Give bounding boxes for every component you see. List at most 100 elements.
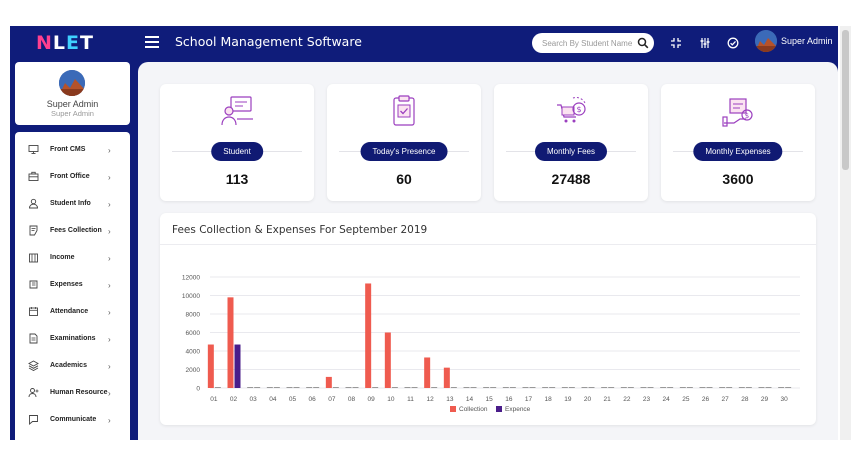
- legend-label-collection: Collection: [459, 406, 488, 413]
- sidebar-item-academics[interactable]: Academics ›: [15, 354, 130, 378]
- bar-collection-10: [384, 332, 391, 388]
- x-tick-label: 25: [682, 396, 690, 403]
- logo-letter-l: L: [52, 32, 67, 54]
- x-tick-label: 02: [230, 396, 238, 403]
- sidebar-item-label: Front Office: [50, 173, 90, 180]
- logo-letter-n: N: [36, 32, 53, 54]
- y-tick-label: 2000: [186, 367, 201, 374]
- x-tick-label: 29: [761, 396, 769, 403]
- sidebar-item-front-office[interactable]: Front Office ›: [15, 165, 130, 189]
- x-tick-label: 10: [387, 396, 395, 403]
- sidebar-item-label: Communicate: [50, 416, 97, 423]
- x-tick-label: 23: [643, 396, 651, 403]
- x-tick-label: 18: [545, 396, 553, 403]
- x-tick-label: 15: [486, 396, 494, 403]
- sidebar-item-income[interactable]: Income ›: [15, 246, 130, 270]
- x-tick-label: 09: [368, 396, 376, 403]
- stat-card-todays-presence[interactable]: Today's Presence 60: [327, 84, 481, 201]
- sidebar-item-communicate[interactable]: Communicate ›: [15, 408, 130, 432]
- stat-value: 27488: [551, 171, 591, 187]
- sidebar-menu: Front CMS › Front Office › Student Info …: [15, 132, 130, 440]
- collapse-icon[interactable]: [670, 37, 682, 49]
- stat-value: 113: [225, 171, 249, 187]
- y-tick-label: 0: [196, 386, 200, 393]
- document-icon: [29, 225, 38, 236]
- bar-expence-02: [234, 344, 241, 388]
- stat-label: Today's Presence: [360, 142, 448, 161]
- stat-label: Student: [211, 142, 263, 161]
- sidebar-item-front-cms[interactable]: Front CMS ›: [15, 138, 130, 162]
- x-tick-label: 27: [722, 396, 730, 403]
- stat-card-monthly-expenses[interactable]: $ Monthly Expenses 3600: [661, 84, 815, 201]
- chevron-right-icon: ›: [108, 335, 111, 344]
- x-tick-label: 08: [348, 396, 356, 403]
- sidebar-item-label: Income: [50, 254, 75, 261]
- avatar[interactable]: [755, 30, 777, 52]
- x-tick-label: 13: [446, 396, 454, 403]
- x-tick-label: 05: [289, 396, 297, 403]
- search-input[interactable]: [542, 36, 634, 50]
- x-tick-label: 01: [210, 396, 218, 403]
- scrollbar-thumb[interactable]: [842, 30, 849, 170]
- stat-label: Monthly Fees: [534, 142, 608, 161]
- search-icon[interactable]: [637, 37, 649, 49]
- sidebar-item-fees-collection[interactable]: Fees Collection ›: [15, 219, 130, 243]
- check-circle-icon[interactable]: [727, 37, 739, 49]
- x-tick-label: 20: [584, 396, 592, 403]
- bar-collection-13: [443, 367, 450, 388]
- x-tick-label: 30: [781, 396, 789, 403]
- bar-collection-09: [365, 283, 372, 388]
- chevron-right-icon: ›: [108, 200, 111, 209]
- sidebar-item-examinations[interactable]: Examinations ›: [15, 327, 130, 351]
- x-tick-label: 04: [269, 396, 277, 403]
- x-tick-label: 12: [427, 396, 435, 403]
- stat-card-monthly-fees[interactable]: $ Monthly Fees 27488: [494, 84, 648, 201]
- chevron-right-icon: ›: [108, 362, 111, 371]
- y-tick-label: 8000: [186, 312, 201, 319]
- user-plus-icon: [28, 388, 39, 398]
- building-icon: [29, 253, 38, 263]
- student-computer-icon: [221, 96, 253, 126]
- bar-collection-12: [424, 357, 431, 388]
- sidebar-item-attendance[interactable]: Attendance ›: [15, 300, 130, 324]
- logo-letter-e: E: [66, 32, 80, 54]
- user-name[interactable]: Super Admin: [781, 36, 833, 46]
- x-tick-label: 24: [663, 396, 671, 403]
- svg-text:$: $: [576, 105, 581, 114]
- wallet-icon: [29, 280, 38, 289]
- x-tick-label: 22: [623, 396, 631, 403]
- app-title: School Management Software: [175, 34, 362, 49]
- file-icon: [29, 333, 38, 344]
- sliders-icon[interactable]: [699, 37, 711, 49]
- clipboard-check-icon: [393, 95, 415, 126]
- sidebar-item-label: Attendance: [50, 308, 89, 315]
- calendar-icon: [29, 307, 38, 316]
- x-tick-label: 17: [525, 396, 533, 403]
- legend-swatch-expence: [496, 406, 502, 412]
- sidebar-item-label: Academics: [50, 362, 87, 369]
- bar-collection-07: [325, 376, 332, 388]
- stat-card-student[interactable]: Student 113: [160, 84, 314, 201]
- chart-card: Fees Collection & Expenses For September…: [160, 213, 816, 425]
- sidebar-item-expenses[interactable]: Expenses ›: [15, 273, 130, 297]
- sidebar-item-student-info[interactable]: Student Info ›: [15, 192, 130, 216]
- sidebar-item-label: Expenses: [50, 281, 83, 288]
- logo[interactable]: NLET: [36, 32, 94, 54]
- profile-avatar: [59, 70, 85, 96]
- x-tick-label: 03: [250, 396, 258, 403]
- hamburger-menu-icon[interactable]: [145, 36, 159, 48]
- chevron-right-icon: ›: [108, 254, 111, 263]
- user-icon: [29, 198, 38, 209]
- y-tick-label: 6000: [186, 330, 201, 337]
- sidebar-item-label: Student Info: [50, 200, 91, 207]
- legend-swatch-collection: [450, 406, 456, 412]
- chevron-right-icon: ›: [108, 227, 111, 236]
- app-window: NLET School Management Software Super Ad…: [10, 26, 838, 440]
- fees-expenses-chart: 0 2000 4000 6000 8000 10000 12000 01 02 03 04 05 06 0…: [182, 275, 800, 413]
- chat-icon: [29, 415, 38, 425]
- sidebar-item-human-resource[interactable]: Human Resource ›: [15, 381, 130, 405]
- profile-role: Super Admin: [51, 109, 94, 118]
- x-tick-label: 14: [466, 396, 474, 403]
- y-tick-label: 4000: [186, 349, 201, 356]
- chevron-right-icon: ›: [108, 146, 111, 155]
